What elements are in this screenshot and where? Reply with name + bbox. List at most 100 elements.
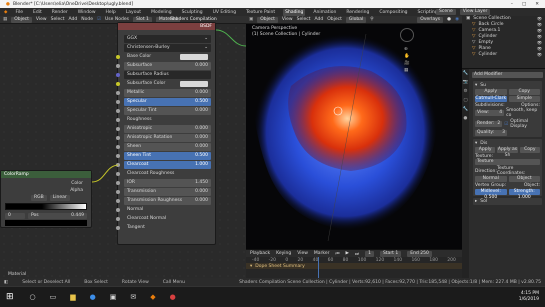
store-icon[interactable]: ▣ bbox=[110, 293, 117, 301]
task-view-icon[interactable]: ▭ bbox=[50, 293, 57, 301]
add-modifier-dropdown[interactable]: Add Modifier bbox=[472, 72, 543, 78]
menu-sculpting[interactable]: Sculpting bbox=[180, 9, 205, 16]
maximize-icon[interactable]: □ bbox=[522, 2, 526, 7]
browser-icon[interactable]: ● bbox=[90, 293, 96, 301]
displace-name-field[interactable]: Dis bbox=[480, 141, 487, 146]
visibility-eye-icon[interactable]: 👁 bbox=[537, 52, 545, 58]
zoom-icon[interactable]: ⊕ bbox=[404, 46, 410, 53]
menu-compositing[interactable]: Compositing bbox=[377, 9, 409, 16]
tool-tab-icon[interactable]: 🔧 bbox=[462, 69, 469, 78]
stop-position-field[interactable]: Pos 0.449 bbox=[28, 212, 87, 219]
end-frame-field[interactable]: End 250 bbox=[407, 250, 432, 257]
blender-menu-icon[interactable]: ◆ bbox=[4, 10, 7, 15]
viewport-editor-icon[interactable]: ▣ bbox=[249, 17, 253, 22]
strength-field[interactable]: Strength: 1.000 bbox=[508, 189, 540, 200]
snap-icon[interactable]: ⚲ bbox=[370, 17, 373, 22]
expand-icon[interactable]: ▾ bbox=[475, 83, 477, 88]
start-frame-field[interactable]: Start 1 bbox=[379, 250, 402, 257]
texture-selector[interactable]: Texture bbox=[475, 159, 540, 165]
coords-dropdown[interactable]: Object bbox=[508, 176, 540, 182]
colorramp-color-output[interactable]: Color bbox=[1, 180, 91, 187]
menu-layout[interactable]: Layout bbox=[124, 9, 143, 16]
interpolation-dropdown[interactable]: Linear bbox=[49, 194, 70, 201]
menu-texture-paint[interactable]: Texture Paint bbox=[244, 9, 277, 16]
colorramp-gradient-bar[interactable] bbox=[5, 203, 87, 210]
copy-button[interactable]: Copy bbox=[519, 147, 540, 153]
color-mode-dropdown[interactable]: RGB bbox=[31, 194, 47, 201]
render-levels-field[interactable]: Render: 2 bbox=[475, 121, 503, 127]
viewport-mode-dropdown[interactable]: Object bbox=[257, 16, 278, 23]
view-layer-selector[interactable]: View Layer bbox=[459, 9, 491, 15]
outliner[interactable]: ▣ Scene Collection 👁 ▽ Back Circle 👁 ▽ Camera.1… bbox=[462, 16, 545, 68]
marker-menu[interactable]: Marker bbox=[314, 251, 330, 256]
viewport-object-menu[interactable]: Object bbox=[327, 17, 342, 22]
apply-as-shape-button[interactable]: Apply as Sh bbox=[497, 147, 518, 158]
overlays-dropdown[interactable]: Overlays bbox=[417, 16, 444, 23]
menu-modeling[interactable]: Modeling bbox=[149, 9, 173, 16]
scene-tab-icon[interactable]: ⚙ bbox=[462, 87, 469, 96]
catmull-clark-button[interactable]: Catmull-Clark bbox=[475, 96, 507, 102]
object-tab-icon[interactable]: ▢ bbox=[462, 96, 469, 105]
file-explorer-icon[interactable]: ▆ bbox=[70, 293, 75, 301]
expand-icon[interactable]: ▸ bbox=[475, 199, 477, 204]
jump-start-icon[interactable]: ⏮ bbox=[335, 251, 339, 257]
menu-help[interactable]: Help bbox=[104, 9, 118, 16]
menu-rendering[interactable]: Rendering bbox=[344, 9, 371, 16]
properties-editor[interactable]: 🔧 📷 ⚙ ▢ 🔧 ● Add Modifier ▾ Su Apply Copy C… bbox=[462, 68, 545, 279]
menu-shading[interactable]: Shading bbox=[283, 8, 306, 16]
uv-smooth-dropdown[interactable]: Smooth, keep co bbox=[506, 108, 540, 118]
viewport-view-menu[interactable]: View bbox=[282, 17, 293, 22]
menu-edit[interactable]: Edit bbox=[31, 9, 44, 16]
solidify-name-field[interactable]: Sol bbox=[480, 199, 487, 204]
copy-button[interactable]: Copy bbox=[508, 89, 540, 95]
dope-sheet-summary-row[interactable]: ▾ Dope Sheet Summary bbox=[246, 263, 462, 269]
colorramp-title[interactable]: ColorRamp bbox=[1, 171, 91, 178]
optimal-display-checkbox[interactable]: ☑ bbox=[504, 122, 508, 127]
modifier-tab-icon[interactable]: 🔧 bbox=[462, 105, 469, 114]
menu-render[interactable]: Render bbox=[50, 9, 70, 16]
timeline-view-menu[interactable]: View bbox=[297, 251, 308, 256]
windows-start-icon[interactable]: ⊞ bbox=[6, 292, 14, 302]
stop-color-swatch[interactable] bbox=[5, 220, 87, 226]
view-levels-field[interactable]: View: 4 bbox=[475, 110, 505, 116]
menu-animation[interactable]: Animation bbox=[311, 9, 338, 16]
shading-render-icon[interactable]: ◉ bbox=[455, 17, 459, 22]
playhead[interactable] bbox=[318, 257, 319, 279]
scene-selector[interactable]: Scene bbox=[436, 9, 456, 15]
taskbar-clock[interactable]: 4:15 PM 1/6/2019 bbox=[519, 291, 545, 303]
menu-window[interactable]: Window bbox=[76, 9, 98, 16]
viewport-add-menu[interactable]: Add bbox=[315, 17, 324, 22]
blender-taskbar-icon[interactable]: ◆ bbox=[150, 293, 155, 301]
jump-end-icon[interactable]: ⏭ bbox=[355, 251, 359, 257]
3d-viewport[interactable] bbox=[246, 16, 462, 249]
viewport-select-menu[interactable]: Select bbox=[297, 17, 311, 22]
quality-field[interactable]: Quality: 3 bbox=[475, 130, 507, 136]
play-icon[interactable]: ▶ bbox=[346, 251, 349, 256]
timeline-editor[interactable]: Playback Keying View Marker ⏮ ▶ ⏭ 1 Star… bbox=[246, 249, 462, 279]
subsurf-name-field[interactable]: Su bbox=[480, 83, 486, 88]
menu-uv-editing[interactable]: UV Editing bbox=[211, 9, 238, 16]
stop-index-field[interactable]: 0 bbox=[5, 212, 25, 219]
camera-view-icon[interactable]: 🎥 bbox=[404, 60, 410, 67]
close-icon[interactable]: ✕ bbox=[535, 2, 539, 7]
colorramp-alpha-output[interactable]: Alpha bbox=[1, 187, 91, 194]
ortho-toggle-icon[interactable]: ▦ bbox=[404, 67, 410, 74]
orientation-dropdown[interactable]: Global bbox=[345, 16, 367, 23]
colorramp-node[interactable]: ColorRamp Color Alpha RGB Linear 0 Pos 0.… bbox=[0, 170, 92, 228]
taskbar-search-icon[interactable]: ○ bbox=[30, 293, 36, 301]
shading-solid-icon[interactable]: ● bbox=[447, 17, 451, 22]
material-tab-icon[interactable]: ● bbox=[462, 114, 469, 123]
apply-button[interactable]: Apply bbox=[475, 89, 507, 95]
direction-dropdown[interactable]: Normal bbox=[475, 176, 507, 182]
simple-button[interactable]: Simple bbox=[508, 96, 540, 102]
render-tab-icon[interactable]: 📷 bbox=[462, 78, 469, 87]
app-icon[interactable]: ● bbox=[170, 293, 176, 301]
apply-button[interactable]: Apply bbox=[475, 147, 496, 153]
minimize-icon[interactable]: – bbox=[511, 2, 513, 7]
mail-icon[interactable]: ✉ bbox=[130, 293, 136, 301]
menu-file[interactable]: File bbox=[13, 9, 25, 16]
expand-icon[interactable]: ▾ bbox=[475, 141, 477, 146]
current-frame-field[interactable]: 1 bbox=[365, 250, 374, 257]
playback-menu[interactable]: Playback bbox=[250, 251, 270, 256]
pan-icon[interactable]: ✋ bbox=[404, 53, 410, 60]
